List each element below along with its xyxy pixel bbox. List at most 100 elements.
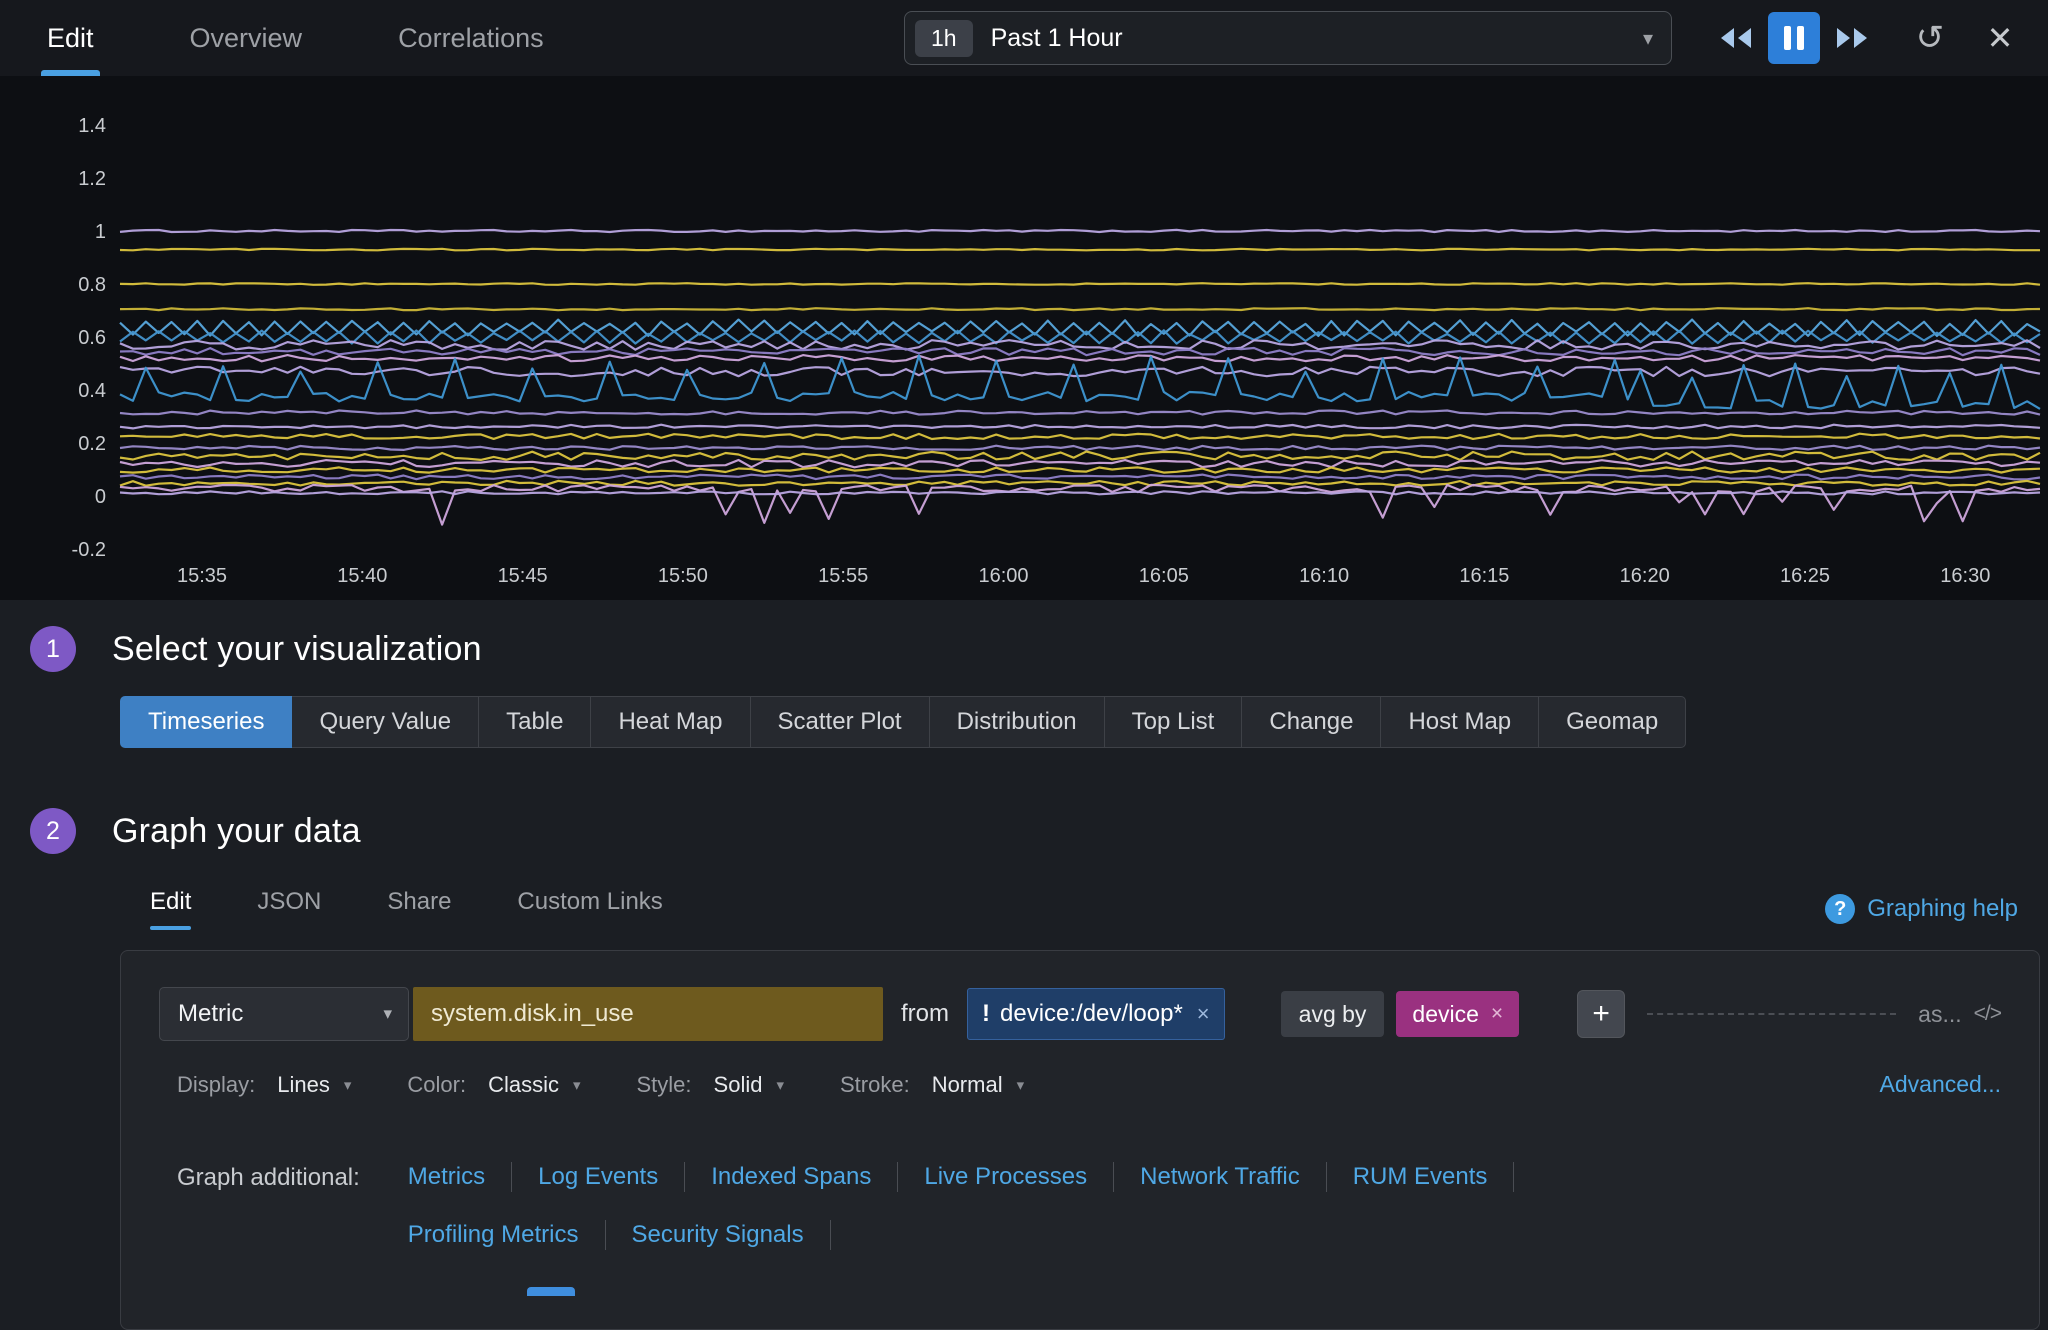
topbar: Edit Overview Correlations 1h Past 1 Hour … (0, 0, 2048, 76)
chevron-down-icon: ▾ (1017, 1076, 1025, 1094)
group-by-tag[interactable]: device × (1396, 991, 1519, 1037)
code-icon[interactable]: </> (1974, 1002, 2001, 1026)
series-line (120, 485, 2040, 525)
chevron-down-icon: ▾ (573, 1076, 581, 1094)
viz-option-change[interactable]: Change (1242, 696, 1381, 748)
series-line (120, 283, 2040, 285)
series-line (120, 425, 2040, 429)
refresh-button[interactable]: ↺ (1904, 12, 1956, 64)
option-label: Style: (637, 1072, 692, 1098)
x-axis-tick: 15:40 (337, 565, 387, 587)
series-line (120, 330, 2040, 343)
series-line (120, 452, 2040, 460)
visualization-options: TimeseriesQuery ValueTableHeat MapScatte… (120, 696, 2048, 748)
graph-additional-profiling-metrics[interactable]: Profiling Metrics (408, 1220, 606, 1250)
x-axis-tick: 15:50 (658, 565, 708, 587)
graphing-help-label: Graphing help (1867, 895, 2018, 923)
viz-option-geomap[interactable]: Geomap (1539, 696, 1686, 748)
aggregator-chip[interactable]: avg by (1281, 991, 1385, 1037)
graph-additional-rum-events[interactable]: RUM Events (1353, 1162, 1515, 1192)
y-axis-tick: 0.4 (78, 380, 106, 402)
x-axis-tick: 16:15 (1459, 565, 1509, 587)
viz-option-heat-map[interactable]: Heat Map (591, 696, 750, 748)
x-axis-tick: 16:30 (1940, 565, 1990, 587)
graphing-help-link[interactable]: ? Graphing help (1825, 894, 2018, 924)
series-line (120, 460, 2040, 467)
visualization-title: Select your visualization (112, 630, 482, 669)
remove-group-icon[interactable]: × (1491, 1002, 1503, 1026)
x-axis-tick: 15:35 (177, 565, 227, 587)
viz-option-timeseries[interactable]: Timeseries (120, 696, 292, 748)
graph-additional-indexed-spans[interactable]: Indexed Spans (711, 1162, 898, 1192)
y-axis-tick: 0 (95, 486, 106, 508)
pause-icon (1797, 26, 1804, 50)
top-tabs: Edit Overview Correlations (47, 0, 640, 76)
graph-tab-share[interactable]: Share (387, 888, 451, 930)
graph-data-title: Graph your data (112, 812, 361, 851)
option-label: Stroke: (840, 1072, 910, 1098)
remove-filter-icon[interactable]: × (1197, 1001, 1210, 1027)
viz-option-distribution[interactable]: Distribution (930, 696, 1105, 748)
top-tab-overview[interactable]: Overview (190, 0, 303, 76)
visualization-header: 1 Select your visualization (30, 626, 2048, 672)
alias-as-label[interactable]: as... (1918, 1001, 1961, 1028)
graph-tab-custom-links[interactable]: Custom Links (517, 888, 662, 930)
y-axis-tick: 1 (95, 221, 106, 243)
x-axis-tick: 16:20 (1620, 565, 1670, 587)
series-line (120, 348, 2040, 355)
graph-additional-links: Metrics Log Events Indexed Spans Live Proce… (408, 1162, 1688, 1250)
option-label: Display: (177, 1072, 255, 1098)
step-1-badge: 1 (30, 626, 76, 672)
graph-additional-log-events[interactable]: Log Events (538, 1162, 685, 1192)
chevron-down-icon: ▾ (1643, 26, 1653, 51)
viz-option-scatter-plot[interactable]: Scatter Plot (751, 696, 930, 748)
series-line (120, 230, 2040, 232)
metric-name-input[interactable]: system.disk.in_use (413, 987, 883, 1041)
close-button[interactable]: ✕ (1974, 12, 2026, 64)
query-row: Metric ▾ system.disk.in_use from ! devic… (159, 987, 2001, 1041)
option-stroke[interactable]: Stroke:Normal▾ (840, 1072, 1024, 1098)
pause-button[interactable] (1768, 12, 1820, 64)
query-editor-panel: Metric ▾ system.disk.in_use from ! devic… (120, 950, 2040, 1330)
filter-tag[interactable]: ! device:/dev/loop* × (967, 988, 1225, 1040)
series-line (120, 446, 2040, 450)
graph-additional-network-traffic[interactable]: Network Traffic (1140, 1162, 1327, 1192)
x-axis-tick: 16:05 (1139, 565, 1189, 587)
graph-data-header: 2 Graph your data (30, 808, 2048, 854)
series-line (120, 467, 2040, 472)
fast-forward-button[interactable] (1826, 12, 1878, 64)
viz-option-top-list[interactable]: Top List (1105, 696, 1243, 748)
graph-tabs: Edit JSON Share Custom Links (150, 888, 729, 930)
option-style[interactable]: Style:Solid▾ (637, 1072, 784, 1098)
option-display[interactable]: Display:Lines▾ (177, 1072, 351, 1098)
filter-negation: ! (982, 1000, 990, 1028)
y-axis-tick: 1.4 (78, 115, 106, 137)
graph-tab-json[interactable]: JSON (257, 888, 321, 930)
x-axis-tick: 15:55 (818, 565, 868, 587)
graph-tab-edit[interactable]: Edit (150, 888, 191, 930)
add-query-button[interactable]: + (1577, 990, 1625, 1038)
graph-additional-metrics[interactable]: Metrics (408, 1162, 512, 1192)
filter-tag-label: device:/dev/loop* (1000, 1000, 1183, 1028)
help-question-icon: ? (1825, 894, 1855, 924)
series-line (120, 491, 2040, 494)
option-value: Solid (714, 1072, 763, 1098)
top-tab-edit[interactable]: Edit (47, 0, 94, 76)
rewind-button[interactable] (1710, 12, 1762, 64)
option-value: Classic (488, 1072, 559, 1098)
timeseries-chart[interactable]: 1.41.210.80.60.40.20-0.215:3515:4015:451… (0, 76, 2048, 600)
top-tab-correlations[interactable]: Correlations (398, 0, 544, 76)
group-by-label: device (1412, 1001, 1478, 1028)
data-source-select[interactable]: Metric ▾ (159, 987, 409, 1041)
graph-additional-live-processes[interactable]: Live Processes (924, 1162, 1114, 1192)
advanced-link[interactable]: Advanced... (1880, 1071, 2001, 1098)
time-range-picker[interactable]: 1h Past 1 Hour ▾ (904, 11, 1672, 65)
step-2-badge: 2 (30, 808, 76, 854)
option-color[interactable]: Color: Classic ▾ (407, 1072, 580, 1098)
option-label: Color: (407, 1072, 466, 1098)
series-line (120, 367, 2040, 376)
graph-additional-security-signals[interactable]: Security Signals (632, 1220, 831, 1250)
viz-option-host-map[interactable]: Host Map (1381, 696, 1539, 748)
viz-option-table[interactable]: Table (479, 696, 591, 748)
viz-option-query-value[interactable]: Query Value (292, 696, 479, 748)
